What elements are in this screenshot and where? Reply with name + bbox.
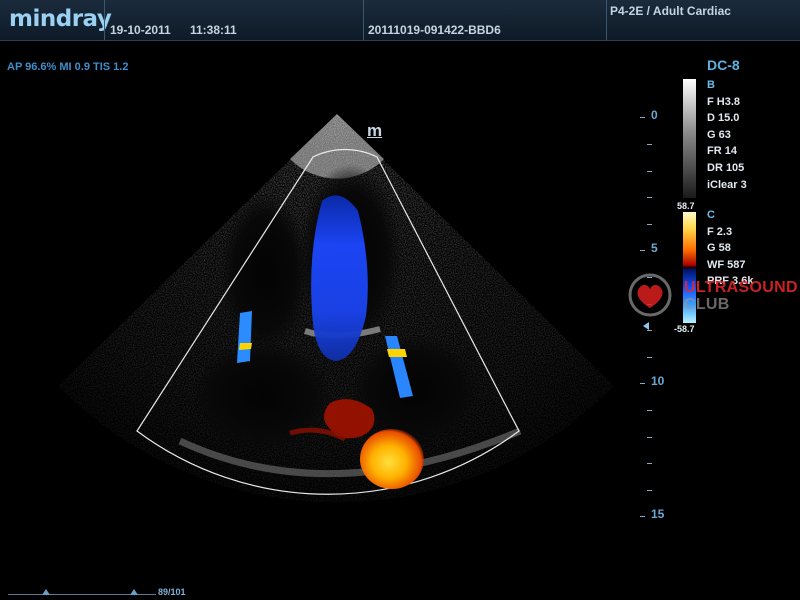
brand-logo: mindray [9, 6, 112, 32]
depth-tick [647, 171, 652, 172]
depth-tick [647, 357, 652, 358]
color-scale-min: -58.7 [674, 324, 695, 334]
left-atrium-region [221, 193, 309, 353]
b-mode-title: B [707, 79, 715, 91]
patient-id[interactable]: 20111019-091422-BBD6 [368, 23, 501, 37]
aortic-flow-orange [360, 429, 424, 489]
right-atrium-cavity [192, 341, 332, 451]
b-mode-params: B F H3.8 D 15.0 G 63 FR 14 DR 105 iClear… [707, 77, 747, 193]
depth-tick [647, 490, 652, 491]
depth-tick [647, 410, 652, 411]
watermark-heart-icon [628, 273, 672, 317]
depth-tick [640, 117, 645, 118]
echo-sector-svg [58, 114, 614, 503]
color-mode-title: C [707, 209, 715, 221]
depth-tick [647, 197, 652, 198]
depth-label-0: 0 [651, 108, 658, 122]
b-param: DR 105 [707, 161, 745, 174]
focus-marker-icon[interactable] [643, 322, 649, 330]
probe-orientation-marker: m [367, 121, 383, 140]
b-param: FR 14 [707, 145, 737, 158]
exam-time: 11:38:11 [190, 23, 237, 37]
depth-tick [647, 330, 652, 331]
b-param: F H3.8 [707, 95, 741, 108]
lv-inflow-blue [311, 195, 368, 361]
c-param: F 2.3 [707, 225, 733, 238]
header-divider [363, 0, 364, 40]
watermark-line1: ULTRASOUND [684, 279, 798, 296]
depth-tick [647, 437, 652, 438]
depth-label-10: 10 [651, 374, 665, 388]
depth-label-15: 15 [651, 507, 665, 521]
header-bar: mindray 19-10-2011 11:38:11 20111019-091… [0, 0, 800, 41]
b-param: D 15.0 [707, 112, 740, 125]
header-divider [606, 0, 607, 40]
color-mode-params: C F 2.3 G 58 WF 587 PRF 3.6k [707, 207, 753, 290]
depth-tick [640, 516, 645, 517]
c-param: G 58 [707, 242, 731, 255]
mode-name: DC-8 [707, 57, 740, 73]
cine-end-marker-icon[interactable] [130, 589, 138, 595]
b-param: G 63 [707, 128, 731, 141]
depth-tick [647, 144, 652, 145]
color-scale-max: 58.7 [677, 201, 695, 211]
depth-tick [647, 463, 652, 464]
cine-loop-bar[interactable]: 89/101 [0, 586, 800, 600]
probe-preset[interactable]: P4-2E / Adult Cardiac [610, 4, 731, 18]
depth-tick [647, 224, 652, 225]
depth-tick [640, 250, 645, 251]
b-param: iClear 3 [707, 178, 747, 191]
grayscale-bar [683, 79, 696, 198]
ultrasound-image [0, 41, 800, 586]
c-param: WF 587 [707, 258, 746, 271]
watermark-line2: CLUB [684, 296, 730, 313]
header-divider [104, 0, 105, 40]
exam-date: 19-10-2011 [110, 23, 171, 37]
depth-label-5: 5 [651, 241, 658, 255]
depth-tick [640, 383, 645, 384]
cine-start-marker-icon[interactable] [42, 589, 50, 595]
cine-frame-counter: 89/101 [158, 587, 186, 597]
